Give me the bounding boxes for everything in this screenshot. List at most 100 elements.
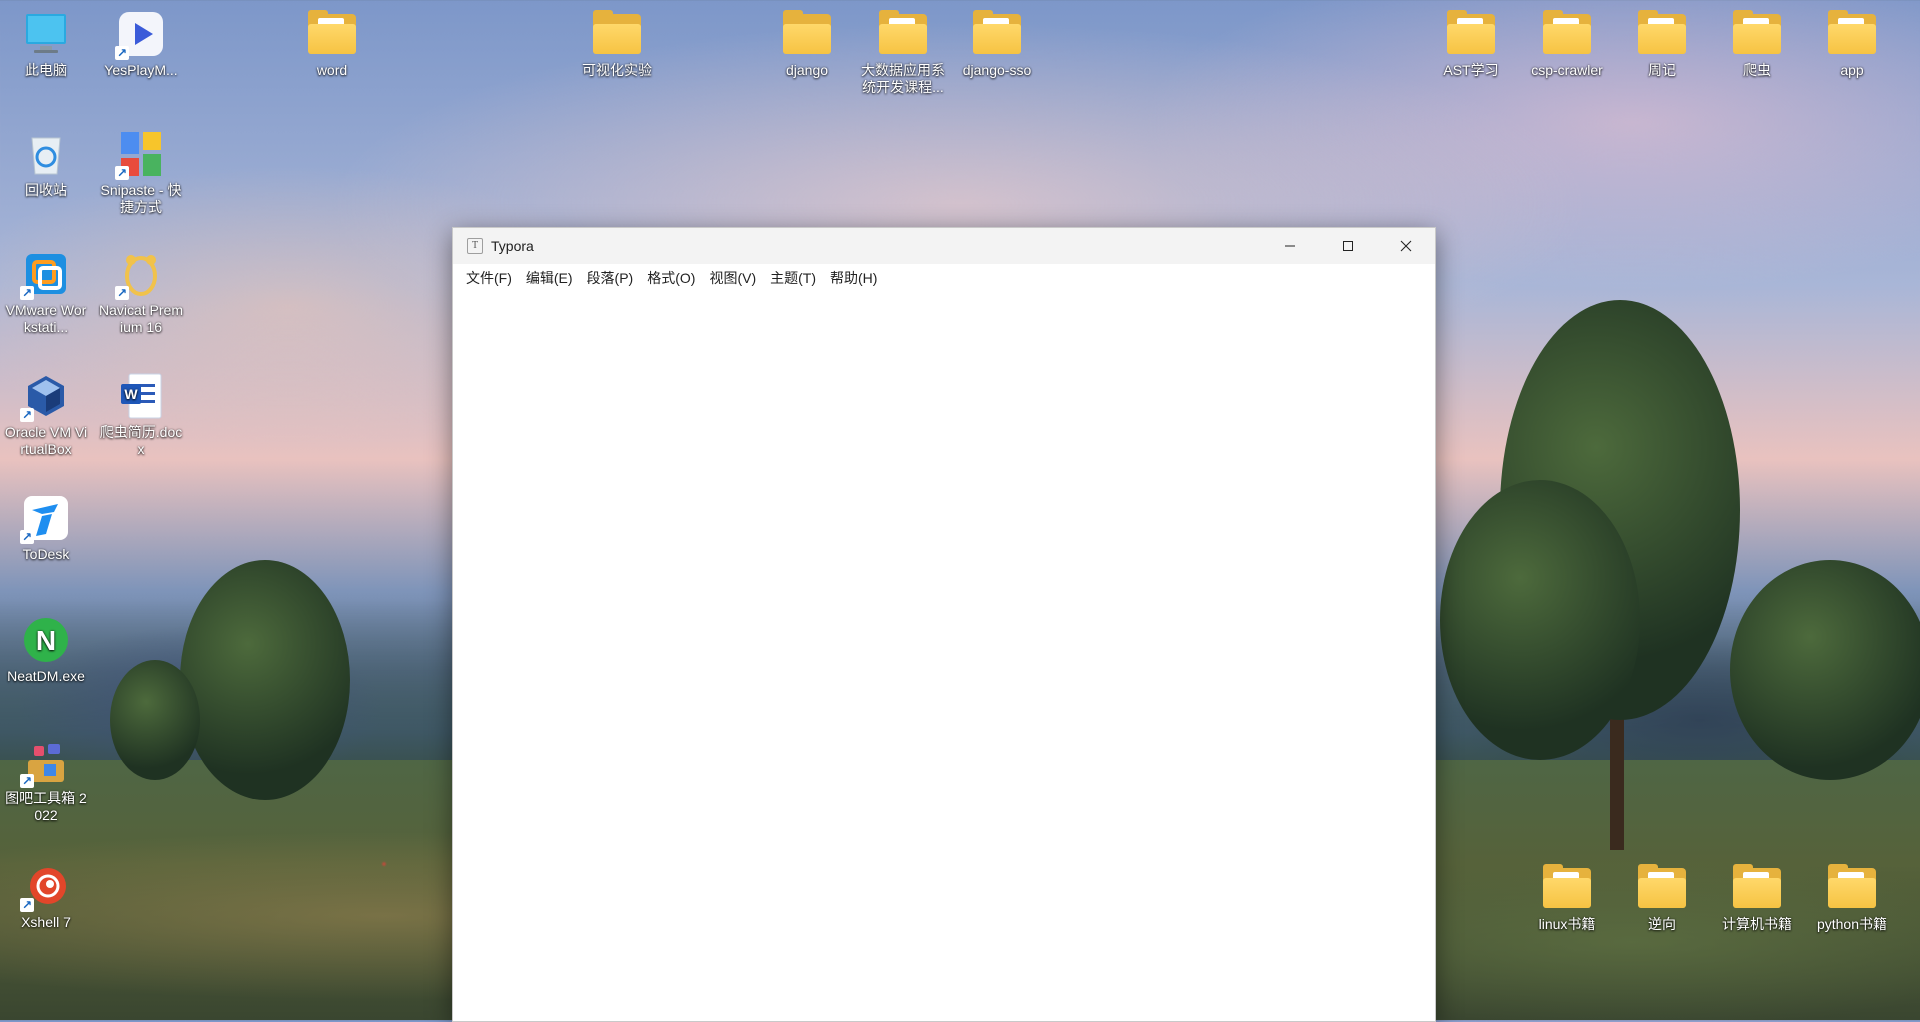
desktop-icon-label: 此电脑 <box>25 62 67 78</box>
desktop-icon-label: 图吧工具箱 2022 <box>5 790 87 823</box>
shortcut-arrow-icon: ↗ <box>20 898 34 912</box>
folder-icon <box>1828 864 1876 908</box>
desktop-folder-weekly-notes[interactable]: 周记 <box>1619 10 1705 79</box>
menu-help[interactable]: 帮助(H) <box>823 264 884 292</box>
toolbox-icon: ↗ <box>20 738 70 788</box>
editor-area[interactable] <box>453 292 1435 1021</box>
desktop-icon-neatdm[interactable]: N NeatDM.exe <box>3 616 89 685</box>
menu-view[interactable]: 视图(V) <box>702 264 763 292</box>
desktop-icon-label: 大数据应用系统开发课程... <box>861 62 945 95</box>
menu-file[interactable]: 文件(F) <box>459 264 519 292</box>
desktop-folder-django[interactable]: django <box>764 10 850 79</box>
virtualbox-icon: ↗ <box>20 372 70 422</box>
desktop-icon-label: 回收站 <box>25 182 67 198</box>
svg-text:N: N <box>36 625 56 656</box>
desktop-icon-snipaste[interactable]: ↗ Snipaste - 快捷方式 <box>98 130 184 216</box>
desktop-folder-ast[interactable]: AST学习 <box>1428 10 1514 79</box>
desktop-icon-label: word <box>316 62 348 78</box>
desktop-icon-xshell[interactable]: ↗ Xshell 7 <box>3 862 89 931</box>
navicat-icon: ↗ <box>115 250 165 300</box>
close-button[interactable] <box>1377 228 1435 264</box>
folder-icon <box>1543 10 1591 54</box>
shortcut-arrow-icon: ↗ <box>20 530 34 544</box>
desktop-icon-this-pc[interactable]: 此电脑 <box>3 10 89 79</box>
desktop-icon-label: YesPlayM... <box>104 62 178 78</box>
todesk-icon: ↗ <box>20 494 70 544</box>
word-doc-icon: W <box>117 372 165 420</box>
close-icon <box>1400 240 1412 252</box>
svg-text:W: W <box>124 386 138 402</box>
title-bar[interactable]: T Typora <box>453 228 1435 264</box>
desktop-icon-label: VMware Workstati... <box>5 302 87 335</box>
wallpaper-tree <box>180 560 350 800</box>
typora-app-icon: T <box>467 238 483 254</box>
neatdm-icon: N <box>22 616 70 664</box>
desktop-icon-label: Oracle VM VirtualBox <box>4 424 88 457</box>
desktop-icon-label: Navicat Premium 16 <box>98 302 184 335</box>
computer-icon <box>22 10 70 58</box>
menu-bar: 文件(F) 编辑(E) 段落(P) 格式(O) 视图(V) 主题(T) 帮助(H… <box>453 264 1435 292</box>
desktop-icon-virtualbox[interactable]: ↗ Oracle VM VirtualBox <box>3 372 89 458</box>
desktop-folder-linux-books[interactable]: linux书籍 <box>1524 864 1610 933</box>
desktop-folder-csp-crawler[interactable]: csp-crawler <box>1524 10 1610 79</box>
recycle-bin-icon <box>22 130 70 178</box>
desktop-folder-crawler[interactable]: 爬虫 <box>1714 10 1800 79</box>
desktop-folder-reverse[interactable]: 逆向 <box>1619 864 1705 933</box>
desktop-icon-label: 可视化实验 <box>582 62 652 78</box>
folder-icon <box>973 10 1021 54</box>
desktop-icon-label: django <box>785 62 829 78</box>
desktop-icon-resume-docx[interactable]: W 爬虫简历.docx <box>98 372 184 458</box>
desktop-icon-label: 爬虫简历.docx <box>99 424 183 457</box>
desktop-folder-app[interactable]: app <box>1809 10 1895 79</box>
menu-theme[interactable]: 主题(T) <box>763 264 823 292</box>
desktop-folder-word[interactable]: word <box>289 10 375 79</box>
folder-icon <box>308 10 356 54</box>
desktop-icon-label: python书籍 <box>1816 916 1888 932</box>
menu-format[interactable]: 格式(O) <box>640 264 702 292</box>
folder-icon <box>783 10 831 54</box>
desktop-folder-cs-books[interactable]: 计算机书籍 <box>1714 864 1800 933</box>
desktop-folder-python-books[interactable]: python书籍 <box>1809 864 1895 933</box>
desktop-icon-toolbox[interactable]: ↗ 图吧工具箱 2022 <box>3 738 89 824</box>
vmware-icon: ↗ <box>20 250 70 300</box>
desktop-folder-bigdata-course[interactable]: 大数据应用系统开发课程... <box>858 10 948 96</box>
desktop-folder-django-sso[interactable]: django-sso <box>954 10 1040 79</box>
desktop-icon-label: django-sso <box>962 62 1032 78</box>
desktop-icon-todesk[interactable]: ↗ ToDesk <box>3 494 89 563</box>
shortcut-arrow-icon: ↗ <box>20 286 34 300</box>
desktop-icon-label: Snipaste - 快捷方式 <box>100 182 182 215</box>
desktop-folder-visualization[interactable]: 可视化实验 <box>574 10 660 79</box>
folder-icon <box>879 10 927 54</box>
minimize-icon <box>1285 245 1295 247</box>
media-player-icon: ↗ <box>115 10 165 60</box>
folder-icon <box>1733 10 1781 54</box>
desktop-icon-label: NeatDM.exe <box>7 668 85 684</box>
folder-icon <box>1638 10 1686 54</box>
menu-edit[interactable]: 编辑(E) <box>519 264 580 292</box>
maximize-button[interactable] <box>1319 228 1377 264</box>
maximize-icon <box>1343 241 1353 251</box>
desktop-icon-label: 爬虫 <box>1743 62 1771 78</box>
folder-icon <box>1638 864 1686 908</box>
xshell-icon: ↗ <box>20 862 70 912</box>
desktop-icon-label: 逆向 <box>1648 916 1676 932</box>
desktop-icon-navicat[interactable]: ↗ Navicat Premium 16 <box>98 250 184 336</box>
folder-icon <box>593 10 641 54</box>
desktop-icon-label: csp-crawler <box>1531 62 1603 78</box>
shortcut-arrow-icon: ↗ <box>20 774 34 788</box>
desktop-icon-vmware[interactable]: ↗ VMware Workstati... <box>3 250 89 336</box>
desktop-icon-label: linux书籍 <box>1538 916 1596 932</box>
desktop-icon-label: 周记 <box>1648 62 1676 78</box>
wallpaper-tree <box>110 660 200 780</box>
minimize-button[interactable] <box>1261 228 1319 264</box>
folder-icon <box>1447 10 1495 54</box>
desktop-icon-recycle-bin[interactable]: 回收站 <box>3 130 89 199</box>
shortcut-arrow-icon: ↗ <box>115 286 129 300</box>
desktop-icon-label: AST学习 <box>1443 62 1499 78</box>
menu-paragraph[interactable]: 段落(P) <box>580 264 641 292</box>
desktop-icon-label: app <box>1840 62 1864 78</box>
desktop-icon-label: ToDesk <box>22 546 70 562</box>
desktop-icon-yesplaymusic[interactable]: ↗ YesPlayM... <box>98 10 184 79</box>
folder-icon <box>1828 10 1876 54</box>
folder-icon <box>1733 864 1781 908</box>
